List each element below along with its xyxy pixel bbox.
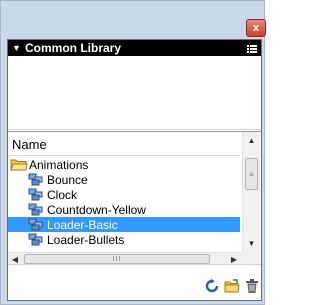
list-item[interactable]: Countdown-Yellow — [8, 202, 240, 217]
library-window: x ▼ Common Library Name Animations Bounc… — [0, 0, 266, 305]
close-icon: x — [252, 22, 260, 34]
symbol-preview-area — [8, 56, 261, 130]
row-label: Clock — [47, 187, 78, 202]
common-library-panel: ▼ Common Library Name Animations Bounce Cl… — [7, 39, 262, 301]
horizontal-scroll-thumb[interactable]: III — [24, 254, 210, 264]
symbol-icon — [28, 188, 43, 201]
bottom-toolbar — [8, 264, 261, 300]
window-titlebar: x — [1, 1, 266, 39]
list-item[interactable]: Loader-Bullets — [8, 232, 240, 247]
symbol-icon — [28, 233, 43, 246]
grip-icon: III — [112, 255, 122, 263]
row-label: Loader-Basic — [47, 217, 118, 232]
list-item[interactable]: Clock — [8, 187, 240, 202]
scroll-up-arrow-icon[interactable]: ▲ — [243, 132, 260, 148]
import-folder-button[interactable] — [224, 278, 240, 294]
panel-title: Common Library — [25, 41, 122, 55]
delete-button[interactable] — [244, 278, 260, 294]
row-label: Loader-Bullets — [47, 232, 125, 247]
column-header-label: Name — [12, 137, 47, 152]
refresh-button[interactable] — [204, 278, 220, 294]
library-rows: Animations Bounce Clock Countdown-Yellow Loa… — [8, 157, 240, 247]
folder-icon — [10, 159, 28, 171]
collapse-arrow-icon[interactable]: ▼ — [12, 43, 22, 53]
row-label: Animations — [29, 157, 89, 172]
list-item[interactable]: Bounce — [8, 172, 240, 187]
panel-header[interactable]: ▼ Common Library — [8, 40, 261, 56]
row-label: Countdown-Yellow — [47, 202, 146, 217]
symbol-icon — [28, 173, 43, 186]
symbol-icon — [28, 218, 43, 231]
vertical-scrollbar[interactable]: ▲ ≡ ▼ — [242, 132, 260, 252]
close-button[interactable]: x — [246, 19, 266, 37]
trash-icon — [246, 279, 258, 293]
scroll-down-arrow-icon[interactable]: ▼ — [243, 235, 260, 251]
import-folder-icon — [224, 279, 240, 293]
panel-menu-icon[interactable] — [247, 43, 257, 53]
row-label: Bounce — [47, 172, 88, 187]
refresh-icon — [205, 279, 219, 293]
symbol-icon — [28, 203, 43, 216]
name-column-header[interactable]: Name — [8, 134, 240, 156]
list-item[interactable]: Loader-Basic — [8, 217, 240, 232]
vertical-scroll-thumb[interactable]: ≡ — [245, 158, 258, 190]
folder-row[interactable]: Animations — [8, 157, 240, 172]
library-item-list: Name Animations Bounce Clock Countdown-Yell… — [8, 131, 261, 265]
grip-icon: ≡ — [249, 169, 254, 179]
